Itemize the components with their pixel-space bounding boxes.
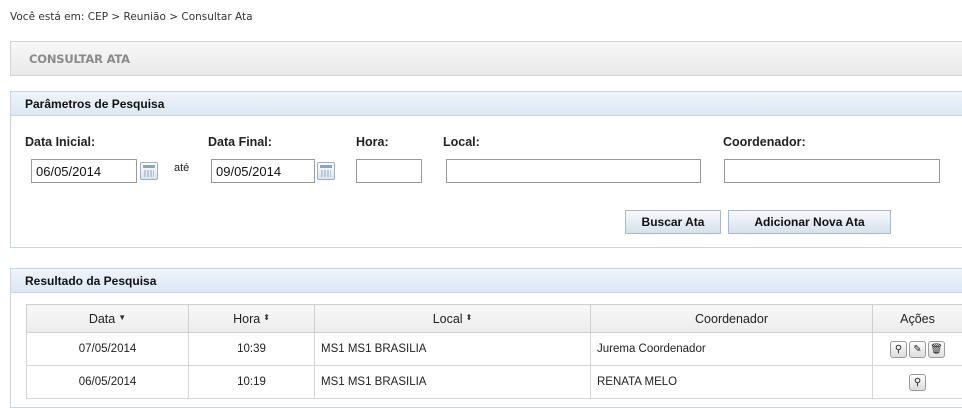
cell-coordenador: Jurema Coordenador xyxy=(591,333,873,366)
sort-desc-icon: ▼ xyxy=(118,313,126,322)
cell-actions: ⚲ xyxy=(873,366,962,399)
cell-data: 07/05/2014 xyxy=(27,333,189,366)
data-inicial-input[interactable] xyxy=(31,159,137,183)
page-title: CONSULTAR ATA xyxy=(29,52,130,66)
coordenador-input[interactable] xyxy=(724,159,940,183)
cell-local: MS1 MS1 BRASILIA xyxy=(315,366,591,399)
results-panel: Resultado da Pesquisa Data▼ Hora⬍ Local⬍… xyxy=(10,268,962,408)
column-header-acoes: Ações xyxy=(873,305,962,333)
buscar-ata-button[interactable]: Buscar Ata xyxy=(625,210,721,234)
ate-label: até xyxy=(174,162,189,174)
data-final-input[interactable] xyxy=(211,159,315,183)
data-final-label: Data Final: xyxy=(208,135,272,149)
results-table: Data▼ Hora⬍ Local⬍ Coordenador Ações 07/… xyxy=(26,304,962,399)
sort-icon: ⬍ xyxy=(263,313,270,322)
local-input[interactable] xyxy=(446,159,701,183)
cell-local: MS1 MS1 BRASILIA xyxy=(315,333,591,366)
column-header-data[interactable]: Data▼ xyxy=(27,305,189,333)
table-header-row: Data▼ Hora⬍ Local⬍ Coordenador Ações xyxy=(27,305,962,333)
column-header-coordenador: Coordenador xyxy=(591,305,873,333)
coordenador-label: Coordenador: xyxy=(723,135,806,149)
search-panel: Parâmetros de Pesquisa Data Inicial: até… xyxy=(10,91,962,248)
calendar-icon[interactable] xyxy=(317,162,335,180)
local-label: Local: xyxy=(443,135,480,149)
cell-hora: 10:39 xyxy=(189,333,315,366)
sort-icon: ⬍ xyxy=(466,313,473,322)
table-row: 07/05/2014 10:39 MS1 MS1 BRASILIA Jurema… xyxy=(27,333,962,366)
cell-hora: 10:19 xyxy=(189,366,315,399)
cell-coordenador: RENATA MELO xyxy=(591,366,873,399)
cell-data: 06/05/2014 xyxy=(27,366,189,399)
search-panel-title: Parâmetros de Pesquisa xyxy=(11,92,962,116)
hora-label: Hora: xyxy=(356,135,389,149)
hora-input[interactable] xyxy=(356,159,422,183)
column-header-local[interactable]: Local⬍ xyxy=(315,305,591,333)
view-icon[interactable]: ⚲ xyxy=(909,374,926,391)
cell-actions: ⚲✎🗑 xyxy=(873,333,962,366)
breadcrumb: Você está em: CEP > Reunião > Consultar … xyxy=(10,11,253,23)
column-header-hora[interactable]: Hora⬍ xyxy=(189,305,315,333)
calendar-icon[interactable] xyxy=(140,162,158,180)
data-inicial-label: Data Inicial: xyxy=(25,135,95,149)
results-panel-title: Resultado da Pesquisa xyxy=(11,269,962,293)
page-header: CONSULTAR ATA xyxy=(10,41,962,76)
view-icon[interactable]: ⚲ xyxy=(890,341,907,358)
edit-icon[interactable]: ✎ xyxy=(909,341,926,358)
table-row: 06/05/2014 10:19 MS1 MS1 BRASILIA RENATA… xyxy=(27,366,962,399)
delete-icon[interactable]: 🗑 xyxy=(928,341,945,358)
adicionar-nova-ata-button[interactable]: Adicionar Nova Ata xyxy=(728,210,891,234)
